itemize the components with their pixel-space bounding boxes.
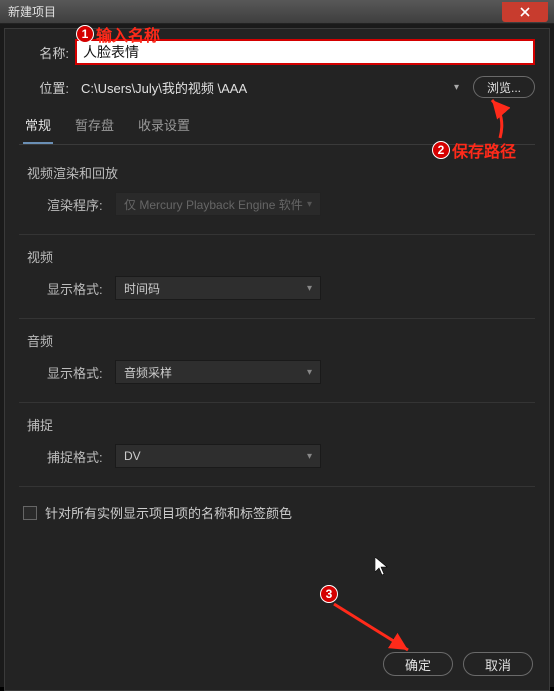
renderer-dropdown: 仅 Mercury Playback Engine 软件 ▾ xyxy=(115,192,321,216)
audio-format-value: 音频采样 xyxy=(124,364,172,381)
video-format-row: 显示格式: 时间码 ▾ xyxy=(19,270,535,306)
cursor-icon xyxy=(375,557,391,582)
video-format-dropdown[interactable]: 时间码 ▾ xyxy=(115,276,321,300)
renderer-value: 仅 Mercury Playback Engine 软件 xyxy=(124,196,303,213)
capture-format-label: 捕捉格式: xyxy=(47,447,115,466)
chevron-down-icon: ▾ xyxy=(307,367,312,378)
checkbox-row[interactable]: 针对所有实例显示项目项的名称和标签颜色 xyxy=(19,495,535,530)
window-title: 新建项目 xyxy=(8,3,56,20)
tab-general[interactable]: 常规 xyxy=(23,109,53,144)
section-render-title: 视频渲染和回放 xyxy=(19,159,535,186)
close-button[interactable] xyxy=(502,2,548,22)
name-label: 名称: xyxy=(19,43,69,62)
capture-format-value: DV xyxy=(124,449,141,463)
separator xyxy=(19,234,535,235)
chevron-down-icon: ▾ xyxy=(307,199,312,210)
browse-button[interactable]: 浏览... xyxy=(473,76,535,98)
renderer-label: 渲染程序: xyxy=(47,195,115,214)
tabs: 常规 暂存盘 收录设置 xyxy=(19,109,535,145)
section-capture: 捕捉 捕捉格式: DV ▾ xyxy=(19,411,535,474)
chevron-down-icon: ▾ xyxy=(448,82,465,93)
section-video-title: 视频 xyxy=(19,243,535,270)
name-row: 名称: xyxy=(19,39,535,65)
section-capture-title: 捕捉 xyxy=(19,411,535,438)
label-color-checkbox[interactable] xyxy=(23,506,37,520)
cancel-button[interactable]: 取消 xyxy=(463,652,533,676)
separator xyxy=(19,402,535,403)
renderer-row: 渲染程序: 仅 Mercury Playback Engine 软件 ▾ xyxy=(19,186,535,222)
tab-ingest[interactable]: 收录设置 xyxy=(136,109,192,144)
location-input[interactable] xyxy=(75,75,448,99)
section-video: 视频 显示格式: 时间码 ▾ xyxy=(19,243,535,306)
chevron-down-icon: ▾ xyxy=(307,451,312,462)
new-project-dialog: 新建项目 名称: 位置: ▾ 浏览... 常规 暂存盘 收录设置 视频渲染和回放… xyxy=(0,0,554,687)
location-label: 位置: xyxy=(19,78,69,97)
tab-scratch[interactable]: 暂存盘 xyxy=(73,109,116,144)
checkbox-label: 针对所有实例显示项目项的名称和标签颜色 xyxy=(45,503,292,522)
section-audio: 音频 显示格式: 音频采样 ▾ xyxy=(19,327,535,390)
capture-format-row: 捕捉格式: DV ▾ xyxy=(19,438,535,474)
capture-format-dropdown[interactable]: DV ▾ xyxy=(115,444,321,468)
location-field[interactable]: ▾ xyxy=(75,75,465,99)
close-icon xyxy=(520,7,530,17)
titlebar: 新建项目 xyxy=(0,0,554,24)
arrow-2 xyxy=(470,96,510,142)
audio-format-label: 显示格式: xyxy=(47,363,115,382)
video-format-value: 时间码 xyxy=(124,280,160,297)
video-format-label: 显示格式: xyxy=(47,279,115,298)
chevron-down-icon: ▾ xyxy=(307,283,312,294)
name-input[interactable] xyxy=(75,39,535,65)
arrow-3 xyxy=(330,600,420,660)
audio-format-dropdown[interactable]: 音频采样 ▾ xyxy=(115,360,321,384)
dialog-content: 名称: 位置: ▾ 浏览... 常规 暂存盘 收录设置 视频渲染和回放 渲染程序… xyxy=(4,28,550,691)
section-audio-title: 音频 xyxy=(19,327,535,354)
section-render: 视频渲染和回放 渲染程序: 仅 Mercury Playback Engine … xyxy=(19,159,535,222)
location-row: 位置: ▾ 浏览... xyxy=(19,75,535,99)
audio-format-row: 显示格式: 音频采样 ▾ xyxy=(19,354,535,390)
separator xyxy=(19,486,535,487)
separator xyxy=(19,318,535,319)
